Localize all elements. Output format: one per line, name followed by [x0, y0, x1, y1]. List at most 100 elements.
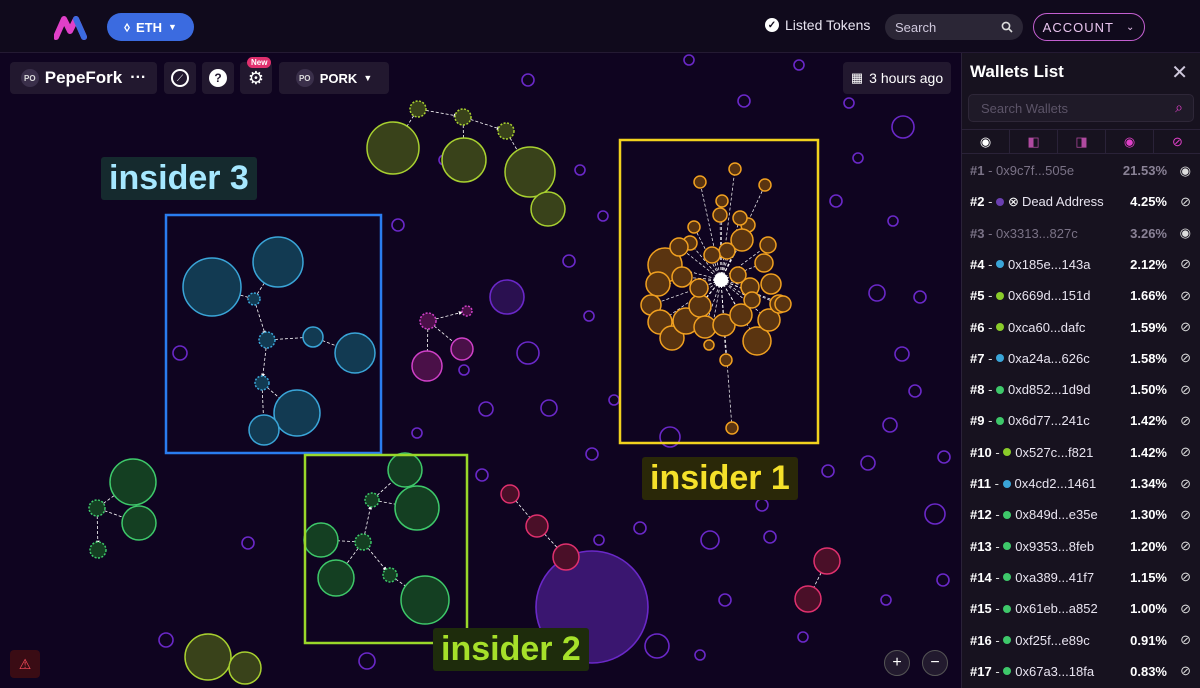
wallet-bubble[interactable] [703, 246, 721, 264]
wallet-bubble[interactable] [302, 326, 324, 348]
wallet-bubble[interactable] [669, 237, 689, 257]
eye-off-icon[interactable]: ⊘ [1180, 601, 1191, 617]
wallet-row[interactable]: #17 - 0x67a3...18fa 0.83% ⊘ [962, 656, 1200, 687]
wallet-bubble[interactable] [109, 458, 157, 506]
wallet-search-input[interactable]: Search Wallets ⌕ [968, 94, 1194, 122]
account-button[interactable]: ACCOUNT ⌄ [1033, 13, 1145, 41]
wallet-row[interactable]: #13 - 0x9353...8feb 1.20% ⊘ [962, 531, 1200, 562]
eye-off-icon[interactable]: ⊘ [1180, 350, 1191, 366]
eye-off-icon[interactable]: ⊘ [1180, 319, 1191, 335]
search-input[interactable]: Search [885, 14, 1023, 40]
wallet-bubble[interactable] [774, 295, 792, 313]
wallet-row[interactable]: #3 - 0x3313...827c 3.26% ◉ [962, 218, 1200, 249]
wallet-bubble[interactable] [387, 452, 423, 488]
wallet-bubble[interactable] [758, 178, 772, 192]
filter-exchanges-icon[interactable]: ◨ [1058, 130, 1106, 153]
wallet-bubble-hub[interactable] [714, 273, 728, 287]
wallet-row[interactable]: #14 - 0xa389...41f7 1.15% ⊘ [962, 562, 1200, 593]
filter-contracts-icon[interactable]: ◧ [1010, 130, 1058, 153]
wallet-bubble[interactable] [671, 266, 693, 288]
eye-off-icon[interactable]: ⊘ [1180, 194, 1191, 210]
wallet-bubble[interactable] [334, 332, 376, 374]
wallet-bubble[interactable] [454, 108, 472, 126]
wallet-row[interactable]: #2 - ⊗ Dead Address 4.25% ⊘ [962, 186, 1200, 217]
wallet-bubble[interactable] [254, 375, 270, 391]
wallet-bubble[interactable] [354, 533, 372, 551]
wallet-bubble[interactable] [688, 294, 712, 318]
wallet-row[interactable]: #8 - 0xd852...1d9d 1.50% ⊘ [962, 374, 1200, 405]
wallet-bubble[interactable] [525, 514, 549, 538]
wallet-bubble[interactable] [718, 242, 736, 260]
eye-off-icon[interactable]: ⊘ [1180, 256, 1191, 272]
wallet-row[interactable]: #1 - 0x9c7f...505e 21.53% ◉ [962, 155, 1200, 186]
wallet-bubble[interactable] [273, 389, 321, 437]
eye-off-icon[interactable]: ⊘ [1180, 413, 1191, 429]
chart-button[interactable]: ⟋ [164, 62, 196, 94]
wallet-bubble[interactable] [441, 137, 487, 183]
eye-off-icon[interactable]: ⊘ [1180, 632, 1191, 648]
wallet-bubble[interactable] [88, 499, 106, 517]
warning-button[interactable]: ⚠ [10, 650, 40, 678]
wallet-bubble[interactable] [500, 484, 520, 504]
wallet-bubble[interactable] [728, 162, 742, 176]
wallet-bubble[interactable] [364, 492, 380, 508]
wallet-bubble[interactable] [794, 585, 822, 613]
wallet-bubble[interactable] [715, 194, 729, 208]
wallet-bubble[interactable] [400, 575, 450, 625]
bubble-graph[interactable] [0, 53, 961, 688]
wallet-row[interactable]: #11 - 0x4cd2...1461 1.34% ⊘ [962, 468, 1200, 499]
wallet-bubble[interactable] [712, 207, 728, 223]
help-button[interactable]: ? [202, 62, 234, 94]
wallet-bubble[interactable] [703, 339, 715, 351]
wallet-row[interactable]: #5 - 0x669d...151d 1.66% ⊘ [962, 280, 1200, 311]
zoom-out-button[interactable]: − [922, 650, 948, 676]
wallet-bubble[interactable] [419, 312, 437, 330]
chain-selector[interactable]: ⬨ ETH ▼ [107, 13, 194, 41]
wallet-bubble[interactable] [121, 505, 157, 541]
wallet-bubble[interactable] [182, 257, 242, 317]
close-icon[interactable]: ✕ [1171, 60, 1188, 85]
wallet-row[interactable]: #4 - 0x185e...143a 2.12% ⊘ [962, 249, 1200, 280]
listed-tokens-link[interactable]: ✓ Listed Tokens [765, 17, 870, 33]
wallet-bubble[interactable] [497, 122, 515, 140]
wallet-bubble[interactable] [303, 522, 339, 558]
eye-off-icon[interactable]: ⊘ [1180, 444, 1191, 460]
wallet-row[interactable]: #10 - 0x527c...f821 1.42% ⊘ [962, 437, 1200, 468]
wallet-bubble[interactable] [184, 633, 232, 681]
eye-off-icon[interactable]: ⊘ [1180, 569, 1191, 585]
wallet-bubble[interactable] [504, 146, 556, 198]
wallet-bubble[interactable] [729, 266, 747, 284]
wallet-row[interactable]: #16 - 0xf25f...e89c 0.91% ⊘ [962, 625, 1200, 656]
bubble-map-canvas[interactable] [0, 53, 961, 688]
eye-off-icon[interactable]: ⊘ [1180, 288, 1191, 304]
wallet-bubble[interactable] [759, 236, 777, 254]
eye-off-icon[interactable]: ⊘ [1180, 382, 1191, 398]
zoom-in-button[interactable]: + [884, 650, 910, 676]
wallet-bubble[interactable] [754, 253, 774, 273]
wallet-bubble[interactable] [732, 210, 748, 226]
wallet-bubble[interactable] [552, 543, 580, 571]
wallet-bubble[interactable] [689, 278, 709, 298]
wallet-bubble[interactable] [687, 220, 701, 234]
filter-show-all-icon[interactable]: ◉ [962, 130, 1010, 153]
wallet-bubble[interactable] [530, 191, 566, 227]
eye-icon[interactable]: ◉ [1180, 225, 1191, 241]
wallet-bubble[interactable] [394, 485, 440, 531]
eye-off-icon[interactable]: ⊘ [1180, 663, 1191, 679]
wallet-row[interactable]: #6 - 0xca60...dafc 1.59% ⊘ [962, 312, 1200, 343]
wallet-bubble[interactable] [645, 271, 671, 297]
wallet-row[interactable]: #7 - 0xa24a...626c 1.58% ⊘ [962, 343, 1200, 374]
wallet-bubble[interactable] [693, 175, 707, 189]
bubblemaps-logo[interactable] [54, 13, 96, 41]
more-options-icon[interactable]: ··· [130, 69, 146, 87]
wallet-bubble[interactable] [719, 353, 733, 367]
wallet-bubble[interactable] [760, 273, 782, 295]
wallet-bubble[interactable] [258, 331, 276, 349]
wallet-bubble[interactable] [317, 559, 355, 597]
eye-off-icon[interactable]: ⊘ [1180, 507, 1191, 523]
wallet-bubble[interactable] [743, 291, 761, 309]
wallet-bubble[interactable] [89, 541, 107, 559]
filter-hidden-icon[interactable]: ⊘ [1154, 130, 1200, 153]
token-selector[interactable]: PO PepeFork ··· [10, 62, 157, 94]
pair-selector[interactable]: PO PORK ▼ [279, 62, 389, 94]
